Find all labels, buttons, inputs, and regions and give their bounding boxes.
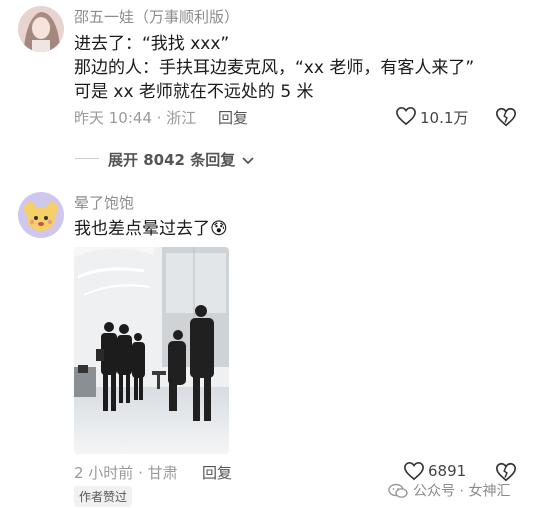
comment1-time-location: 昨天 10:44 · 浙江 xyxy=(74,109,197,127)
comment1-like-button[interactable]: 10.1万 xyxy=(395,106,470,128)
heart-icon xyxy=(404,461,424,481)
watermark: 公众号 · 女神汇 xyxy=(388,480,510,500)
broken-heart-icon xyxy=(496,107,516,127)
expand-replies-label: 展开 8042 条回复 xyxy=(108,151,236,169)
wechat-icon xyxy=(388,483,408,498)
comment1-dislike-button[interactable] xyxy=(495,106,517,128)
comment1-username[interactable]: 邵五一娃（万事顺利版） xyxy=(74,6,239,27)
avatar-user1[interactable] xyxy=(18,6,64,52)
comment2-text-row: 我也差点晕过去了😰 xyxy=(74,217,228,242)
comment1-like-count: 10.1万 xyxy=(420,109,469,127)
expand-divider-line xyxy=(75,158,99,159)
expand-replies-button[interactable]: 展开 8042 条回复 xyxy=(108,149,254,169)
chevron-down-icon xyxy=(242,156,254,164)
comment2-photo[interactable] xyxy=(74,247,229,454)
comment1-line-1: 进去了：“我找 xxx” xyxy=(74,34,230,54)
comment2-reply-button[interactable]: 回复 xyxy=(202,462,232,483)
comment2-username[interactable]: 晕了饱饱 xyxy=(74,192,134,213)
comment1-line-2: 那边的人：手扶耳边麦克风，“xx 老师，有客人来了” xyxy=(74,58,475,78)
watermark-text: 公众号 · 女神汇 xyxy=(413,483,511,500)
comment2-like-count: 6891 xyxy=(428,462,467,480)
avatar-user2[interactable] xyxy=(18,192,64,238)
comment1-line-3: 可是 xx 老师就在不远处的 5 米 xyxy=(74,82,314,102)
comment2-text: 我也差点晕过去了 xyxy=(74,219,210,239)
heart-icon xyxy=(396,106,416,126)
comment2-time-location: 2 小时前 · 甘肃 xyxy=(74,464,178,482)
anxious-face-emoji: 😰 xyxy=(210,219,228,239)
comment1-reply-button[interactable]: 回复 xyxy=(218,107,248,128)
author-liked-badge: 作者赞过 xyxy=(74,486,133,507)
